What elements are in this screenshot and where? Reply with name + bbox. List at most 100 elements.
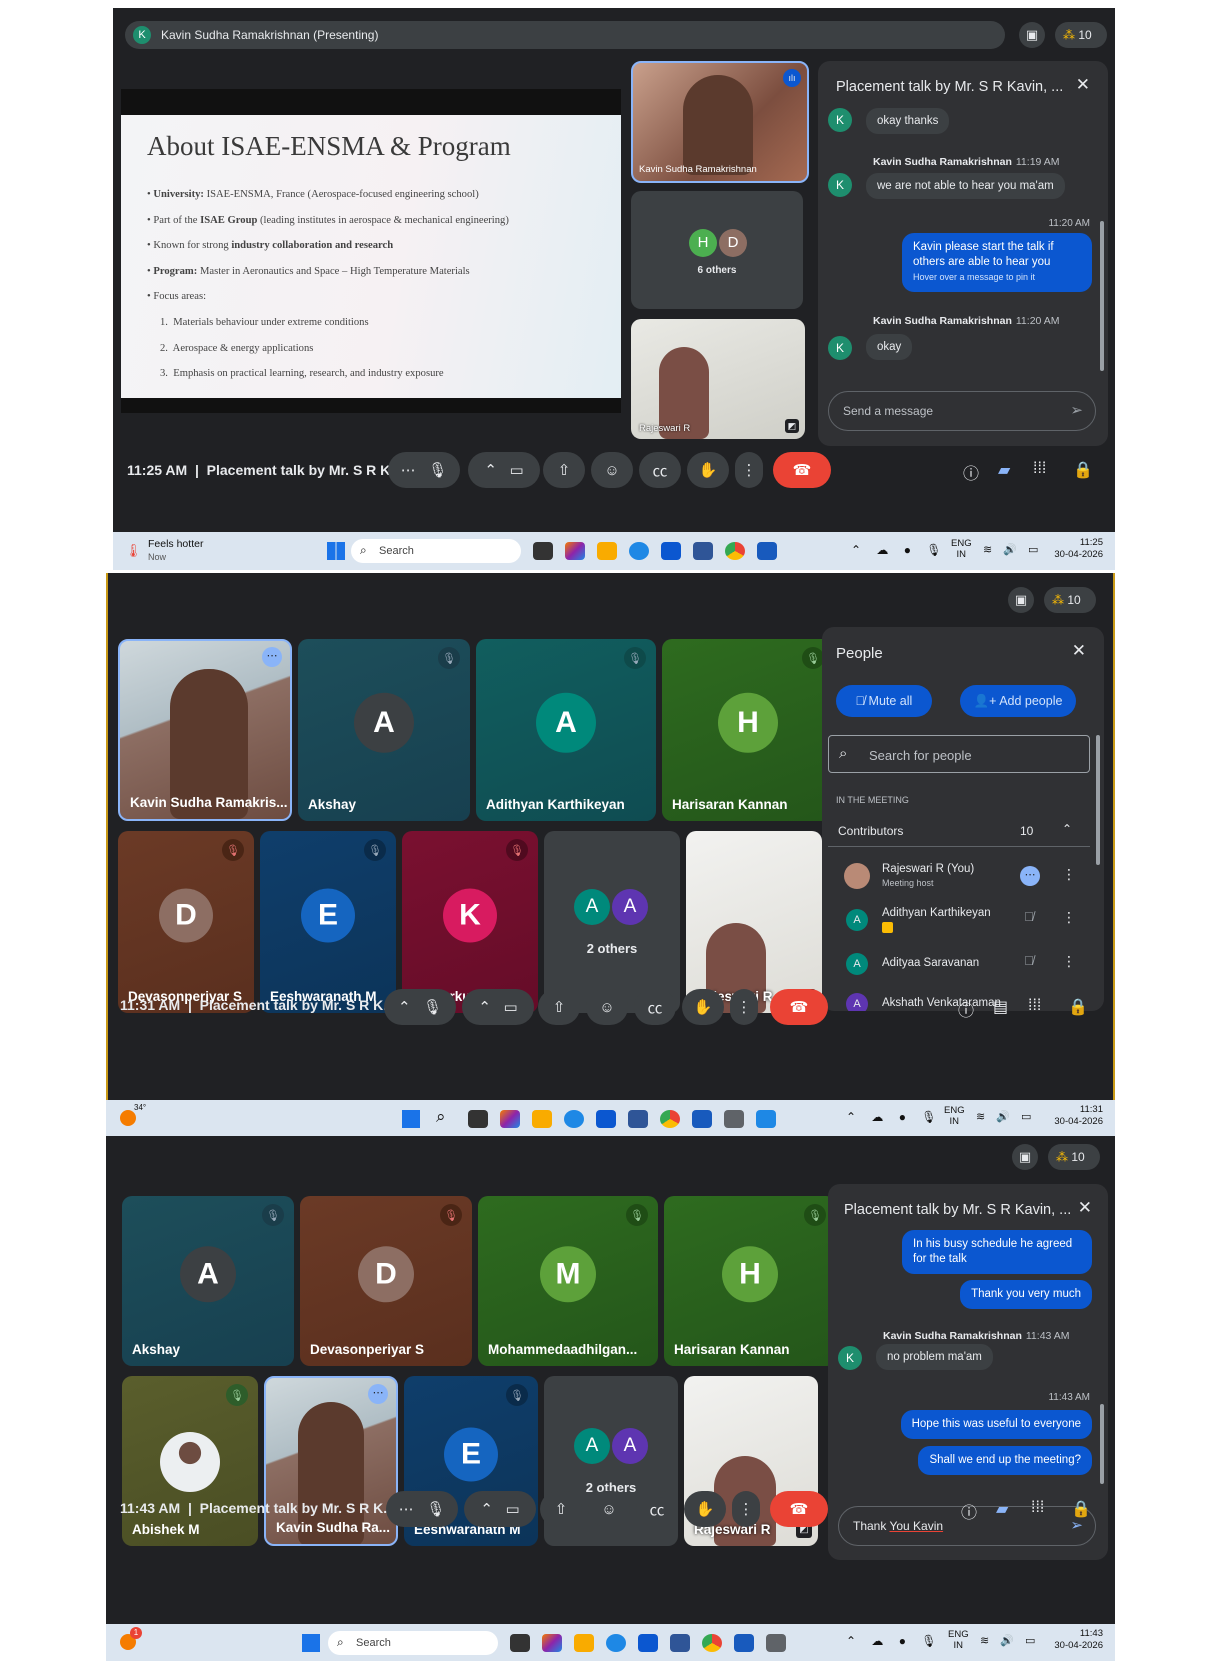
more-options-icon[interactable]: ⋯ — [262, 647, 282, 667]
store-icon[interactable] — [670, 1634, 690, 1652]
lang-indicator[interactable]: ENG IN — [951, 538, 972, 560]
word-icon[interactable] — [692, 1110, 712, 1128]
chrome-icon[interactable] — [660, 1110, 680, 1128]
close-icon[interactable]: ✕ — [1078, 1198, 1092, 1218]
people-scrollbar[interactable] — [1096, 735, 1100, 865]
participants-count-badge[interactable]: ⁂ 10 — [1048, 1144, 1100, 1170]
task-view-icon[interactable] — [533, 542, 553, 560]
tile-akshay[interactable]: A 🎙 Akshay — [122, 1196, 294, 1366]
raise-hand-button[interactable]: ✋ — [682, 989, 724, 1025]
search-icon[interactable]: ⌕ — [436, 1107, 446, 1127]
outlook-icon[interactable] — [638, 1634, 658, 1652]
more-options-button[interactable]: ⋮ — [730, 989, 758, 1025]
word-icon[interactable] — [757, 542, 777, 560]
participant-row[interactable]: A Adityaa Saravanan 🎙̸ ⋮ — [828, 947, 1090, 987]
network-volume-battery-icon[interactable]: ≋ 🔊 ▭ — [983, 543, 1042, 556]
activities-icon[interactable]: ⁞⁞⁞ — [1033, 460, 1046, 478]
network-volume-battery-icon[interactable]: ≋ 🔊 ▭ — [980, 1634, 1039, 1647]
activities-icon[interactable]: ⁞⁞⁞ — [1031, 1499, 1044, 1517]
contributors-group[interactable]: Contributors 10 ⌃ — [828, 815, 1090, 847]
lang-indicator[interactable]: ENG IN — [944, 1105, 965, 1127]
chat-message-own[interactable]: Kavin please start the talk if others ar… — [902, 233, 1092, 292]
info-icon[interactable]: ⓘ — [961, 1499, 977, 1523]
tile-rajeswari[interactable]: Rajeswari R ◩ — [686, 831, 822, 1013]
more-audio-options-button[interactable]: ⋯ 🎙 — [388, 452, 460, 488]
chat-message[interactable]: okay — [866, 334, 913, 360]
hide-tiles-icon[interactable]: ▣ — [1019, 22, 1045, 48]
more-icon[interactable]: ⋯ — [1020, 866, 1040, 886]
tray-icons[interactable]: ⌃ ☁ ● 🎙 — [851, 543, 948, 557]
edge-icon[interactable] — [606, 1634, 626, 1652]
chat-message-own[interactable]: Hope this was useful to everyone — [900, 1410, 1092, 1439]
chat-icon[interactable]: ▰ — [998, 460, 1010, 480]
send-message-input[interactable]: Send a message ➢ — [828, 391, 1096, 431]
info-icon[interactable]: ⓘ — [963, 460, 979, 484]
more-options-button[interactable]: ⋮ — [735, 452, 763, 488]
tile-akshay[interactable]: A 🎙 Akshay — [298, 639, 470, 821]
tile-others[interactable]: A A 2 others — [544, 831, 680, 1013]
send-icon[interactable]: ➢ — [1070, 401, 1083, 419]
chat-message[interactable]: no problem ma'am — [876, 1344, 993, 1370]
tray-icons[interactable]: ⌃ ☁ ● 🎙 — [846, 1110, 943, 1124]
info-icon[interactable]: ⓘ — [958, 997, 974, 1021]
edge-icon[interactable] — [564, 1110, 584, 1128]
raise-hand-button[interactable]: ✋ — [687, 452, 729, 488]
task-view-icon[interactable] — [468, 1110, 488, 1128]
copilot-icon[interactable] — [500, 1110, 520, 1128]
camera-button[interactable]: ⌃ ▭ — [468, 452, 540, 488]
network-volume-battery-icon[interactable]: ≋ 🔊 ▭ — [976, 1110, 1035, 1123]
more-options-icon[interactable]: ⋯ — [368, 1384, 388, 1404]
tile-devasonperiyar[interactable]: D 🎙 Devasonperiyar S — [300, 1196, 472, 1366]
clock[interactable]: 11:31 30-04-2026 — [1054, 1104, 1103, 1128]
start-icon[interactable] — [327, 542, 345, 560]
more-audio-options-button[interactable]: ⋯ 🎙 — [386, 1491, 458, 1527]
kebab-icon[interactable]: ⋮ — [1062, 953, 1076, 970]
start-icon[interactable] — [302, 1634, 320, 1652]
more-options-button[interactable]: ⋮ — [732, 1491, 760, 1527]
search-people-input[interactable]: ⌕ Search for people — [828, 735, 1090, 773]
camera-button[interactable]: ⌃ ▭ — [464, 1491, 536, 1527]
word-icon[interactable] — [734, 1634, 754, 1652]
chat-message[interactable]: we are not able to hear you ma'am — [866, 173, 1065, 199]
copilot-icon[interactable] — [542, 1634, 562, 1652]
activities-icon[interactable]: ⁞⁞⁞ — [1028, 997, 1041, 1015]
search-box[interactable]: ⌕ Search — [328, 1631, 498, 1655]
add-people-button[interactable]: 👤+ Add people — [960, 685, 1076, 717]
tile-harisaran[interactable]: H 🎙 Harisaran Kannan — [664, 1196, 836, 1366]
camera-button[interactable]: ⌃ ▭ — [462, 989, 534, 1025]
tile-adithyan[interactable]: A 🎙 Adithyan Karthikeyan — [476, 639, 656, 821]
chat-icon[interactable]: ▰ — [996, 1499, 1008, 1519]
app-icon[interactable] — [766, 1634, 786, 1652]
host-controls-icon[interactable]: 🔒 — [1073, 460, 1093, 480]
chat-scrollbar[interactable] — [1100, 1404, 1104, 1484]
copilot-icon[interactable] — [565, 542, 585, 560]
tile-kavin[interactable]: ⋯ Kavin Sudha Ramakris... — [118, 639, 292, 821]
hide-tiles-icon[interactable]: ▣ — [1008, 587, 1034, 613]
weather-label[interactable]: Feels hotter — [148, 538, 203, 550]
emoji-button[interactable]: ☺ — [586, 989, 628, 1025]
present-button[interactable]: ⇧ — [543, 452, 585, 488]
present-button[interactable]: ⇧ — [540, 1491, 582, 1527]
chrome-icon[interactable] — [702, 1634, 722, 1652]
tile-eeshwaranath[interactable]: E 🎙 Eeshwaranath M — [260, 831, 396, 1013]
tile-devasonperiyar[interactable]: D 🎙 Devasonperiyar S — [118, 831, 254, 1013]
chat-message-own[interactable]: Thank you very much — [960, 1280, 1092, 1309]
tile-kishorkumaar[interactable]: K 🎙 Kishorkumaar A — [402, 831, 538, 1013]
chrome-icon[interactable] — [725, 542, 745, 560]
mic-off-icon[interactable]: 🎙̸ — [1024, 953, 1034, 968]
chat-message-own[interactable]: In his busy schedule he agreed for the t… — [902, 1230, 1092, 1274]
captions-button[interactable]: ㏄ — [636, 1491, 678, 1527]
leave-call-button[interactable]: ☎ — [770, 989, 828, 1025]
file-explorer-icon[interactable] — [532, 1110, 552, 1128]
pin-icon[interactable]: ◩ — [785, 419, 799, 433]
tile-kavin[interactable]: ⋯ Kavin Sudha Ra... — [264, 1376, 398, 1546]
file-explorer-icon[interactable] — [597, 542, 617, 560]
clock[interactable]: 11:25 30-04-2026 — [1054, 537, 1103, 561]
captions-button[interactable]: ㏄ — [634, 989, 676, 1025]
app-icon[interactable] — [724, 1110, 744, 1128]
clock[interactable]: 11:43 30-04-2026 — [1054, 1628, 1103, 1652]
tile-others[interactable]: H D 6 others — [631, 191, 803, 309]
start-icon[interactable] — [402, 1110, 420, 1128]
store-icon[interactable] — [693, 542, 713, 560]
outlook-icon[interactable] — [596, 1110, 616, 1128]
